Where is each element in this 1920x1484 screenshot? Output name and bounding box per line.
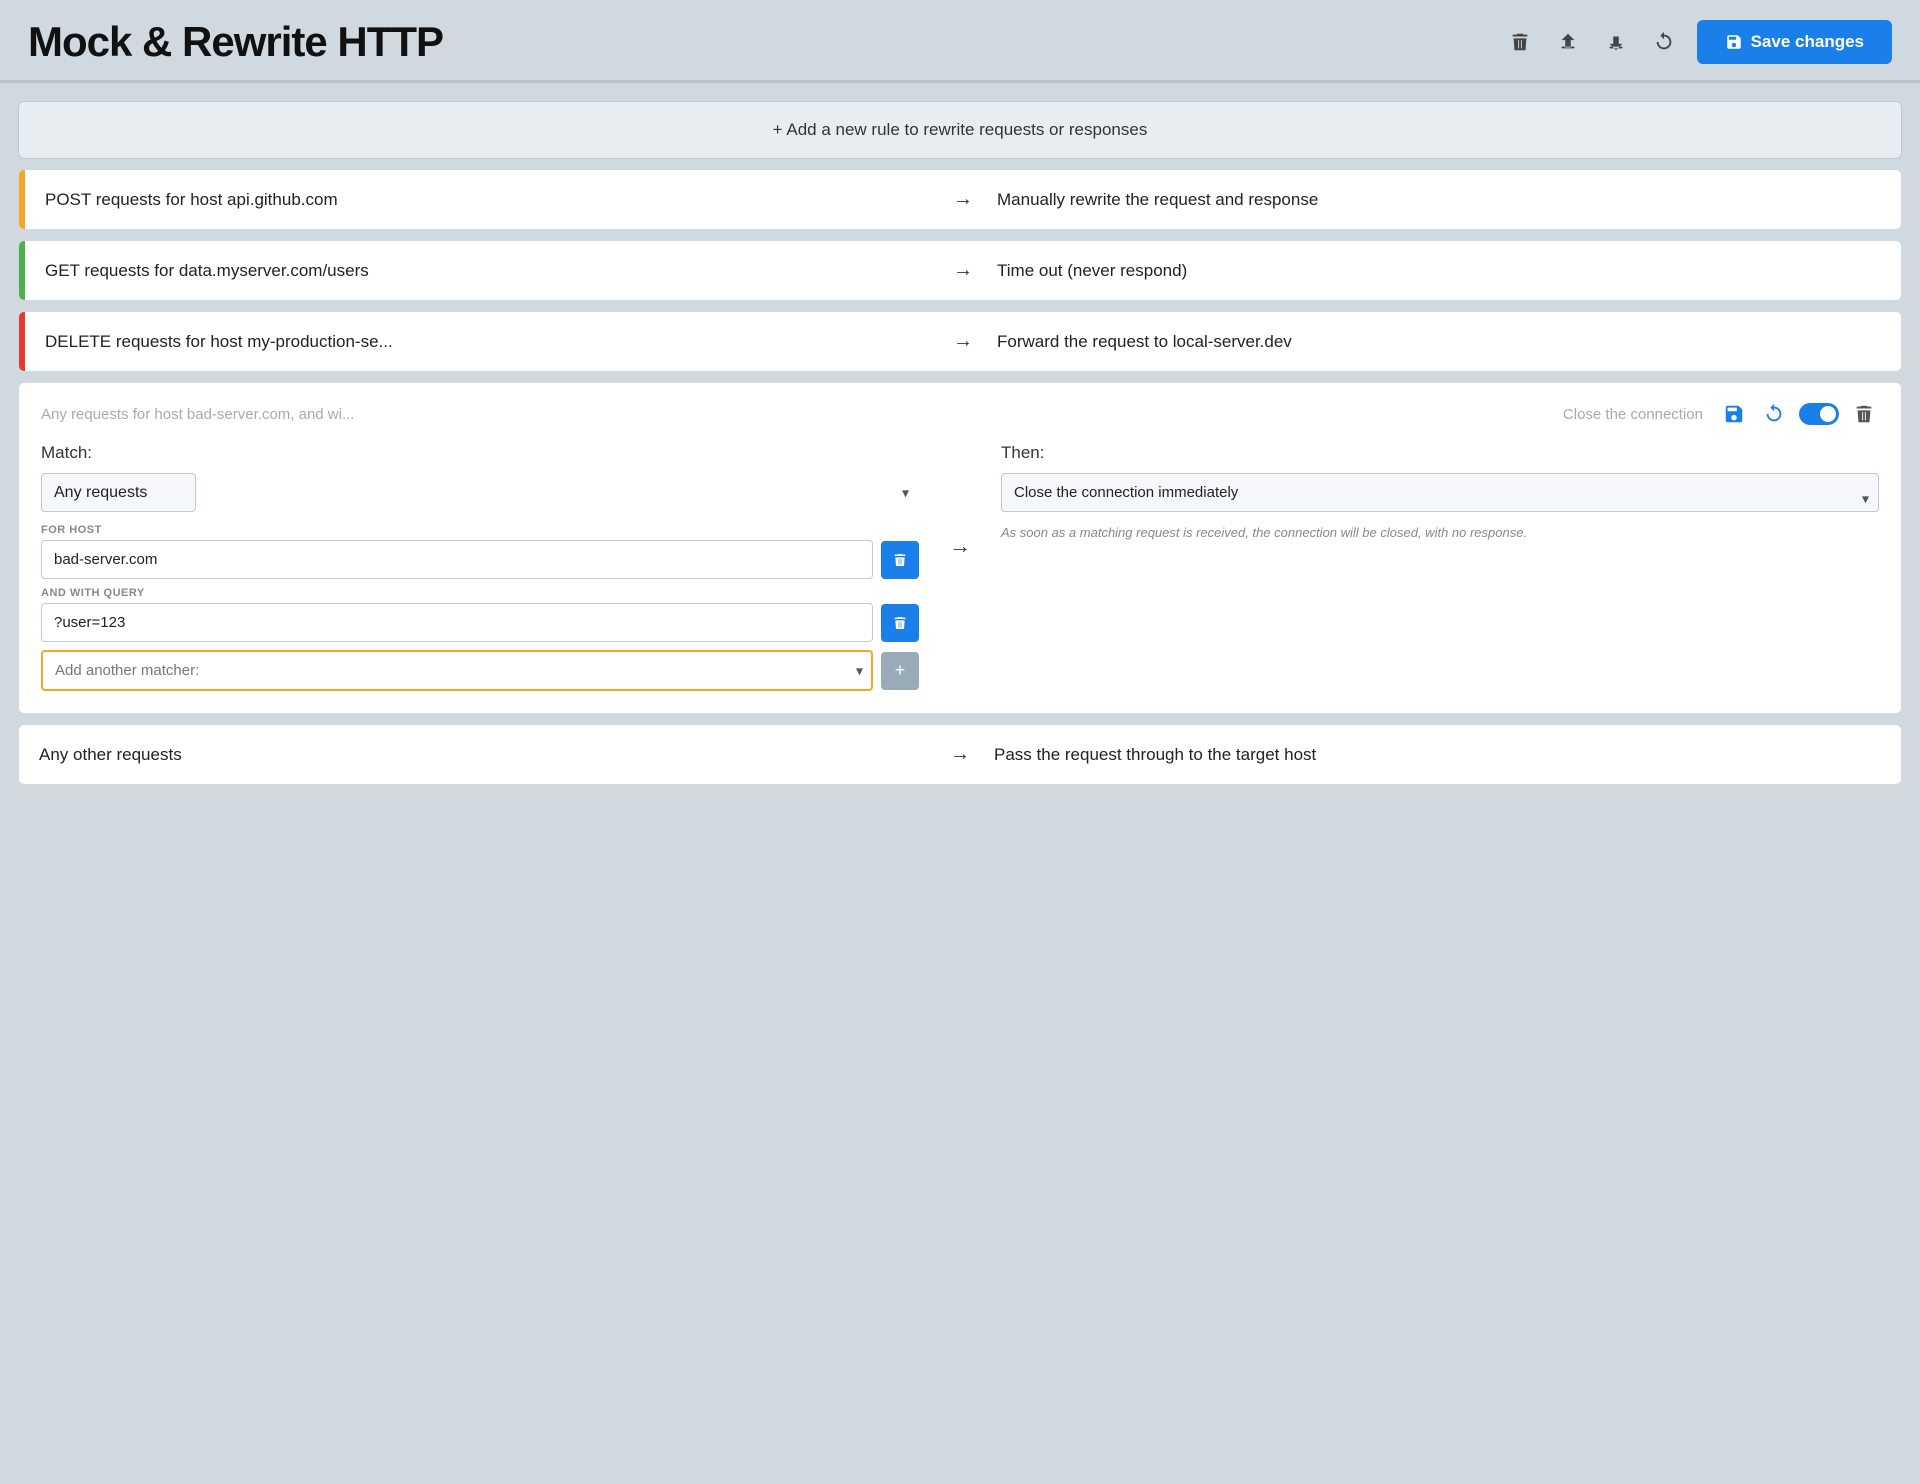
delete-query-button[interactable] — [881, 604, 919, 642]
match-type-select[interactable]: Any requests GET requests POST requests … — [41, 473, 196, 512]
rule-row-content-2: GET requests for data.myserver.com/users… — [25, 241, 1901, 300]
rule-card-header: Any requests for host bad-server.com, an… — [41, 401, 1879, 427]
match-type-select-wrapper: Any requests GET requests POST requests … — [41, 473, 919, 512]
then-label: Then: — [1001, 443, 1879, 463]
add-matcher-button[interactable]: + — [881, 652, 919, 690]
download-icon — [1605, 31, 1627, 53]
delete-host-button[interactable] — [881, 541, 919, 579]
rule-row-content-1: POST requests for host api.github.com → … — [25, 170, 1901, 229]
rule-row-content-3: DELETE requests for host my-production-s… — [25, 312, 1901, 371]
rule-card-match-section: Match: Any requests GET requests POST re… — [41, 443, 919, 691]
rule-match-text-1: POST requests for host api.github.com — [45, 190, 929, 210]
rule-card-then-section: Then: Close the connection immediately T… — [1001, 443, 1879, 691]
rule-card-header-actions — [1719, 401, 1879, 427]
rule-row-3[interactable]: DELETE requests for host my-production-s… — [18, 311, 1902, 372]
add-matcher-row: Add another matcher: For URL path With h… — [41, 650, 919, 691]
rule-arrow-1: → — [953, 188, 973, 211]
and-query-row — [41, 603, 919, 642]
rule-delete-button[interactable] — [1849, 401, 1879, 427]
add-matcher-select-wrapper: Add another matcher: For URL path With h… — [41, 650, 873, 691]
header: Mock & Rewrite HTTP Save change — [0, 0, 1920, 80]
export-button[interactable] — [1553, 27, 1583, 57]
rule-action-text-1: Manually rewrite the request and respons… — [997, 190, 1881, 210]
and-query-input[interactable] — [41, 603, 873, 642]
upload-icon — [1557, 31, 1579, 53]
rule-card-center-arrow: → — [949, 443, 971, 691]
delete-host-icon — [892, 552, 908, 568]
reset-icon — [1653, 31, 1675, 53]
trash-icon — [1509, 31, 1531, 53]
rule-toggle-button[interactable] — [1799, 403, 1839, 425]
rule-arrow-3: → — [953, 330, 973, 353]
save-icon — [1725, 33, 1743, 51]
add-rule-button[interactable]: + Add a new rule to rewrite requests or … — [18, 101, 1902, 159]
delete-query-icon — [892, 615, 908, 631]
rule-card-body: Match: Any requests GET requests POST re… — [41, 443, 1879, 691]
header-actions: Save changes — [1505, 20, 1892, 64]
reset-button[interactable] — [1649, 27, 1679, 57]
and-query-label: AND WITH QUERY — [41, 587, 919, 599]
rule-save-button[interactable] — [1719, 401, 1749, 427]
rule-reset-button[interactable] — [1759, 401, 1789, 427]
add-matcher-select[interactable]: Add another matcher: For URL path With h… — [41, 650, 873, 691]
then-description: As soon as a matching request is receive… — [1001, 524, 1879, 542]
save-changes-button[interactable]: Save changes — [1697, 20, 1892, 64]
then-action-select[interactable]: Close the connection immediately Time ou… — [1001, 473, 1879, 512]
for-host-input[interactable] — [41, 540, 873, 579]
for-host-row — [41, 540, 919, 579]
rule-row-2[interactable]: GET requests for data.myserver.com/users… — [18, 240, 1902, 301]
rule-action-text-2: Time out (never respond) — [997, 261, 1881, 281]
last-rule-arrow: → — [950, 743, 970, 766]
rule-arrow-2: → — [953, 259, 973, 282]
import-button[interactable] — [1601, 27, 1631, 57]
for-host-label: FOR HOST — [41, 524, 919, 536]
rule-card-summary: Any requests for host bad-server.com, an… — [41, 406, 354, 423]
save-rule-icon — [1723, 403, 1745, 425]
last-rule-action-text: Pass the request through to the target h… — [994, 745, 1881, 765]
match-select-row: Any requests GET requests POST requests … — [41, 473, 919, 512]
page-title: Mock & Rewrite HTTP — [28, 18, 443, 66]
rule-card-action-summary: Close the connection — [1563, 406, 1703, 423]
rule-match-text-3: DELETE requests for host my-production-s… — [45, 332, 929, 352]
expanded-rule-card: Any requests for host bad-server.com, an… — [18, 382, 1902, 714]
last-rule-match-text: Any other requests — [39, 745, 926, 765]
delete-all-button[interactable] — [1505, 27, 1535, 57]
rule-row-1[interactable]: POST requests for host api.github.com → … — [18, 169, 1902, 230]
match-label: Match: — [41, 443, 919, 463]
rule-match-text-2: GET requests for data.myserver.com/users — [45, 261, 929, 281]
last-rule-row[interactable]: Any other requests → Pass the request th… — [18, 724, 1902, 785]
then-select-wrapper: Close the connection immediately Time ou… — [1001, 473, 1879, 524]
rule-action-text-3: Forward the request to local-server.dev — [997, 332, 1881, 352]
reset-rule-icon — [1763, 403, 1785, 425]
main-content: + Add a new rule to rewrite requests or … — [0, 83, 1920, 803]
delete-rule-icon — [1853, 403, 1875, 425]
